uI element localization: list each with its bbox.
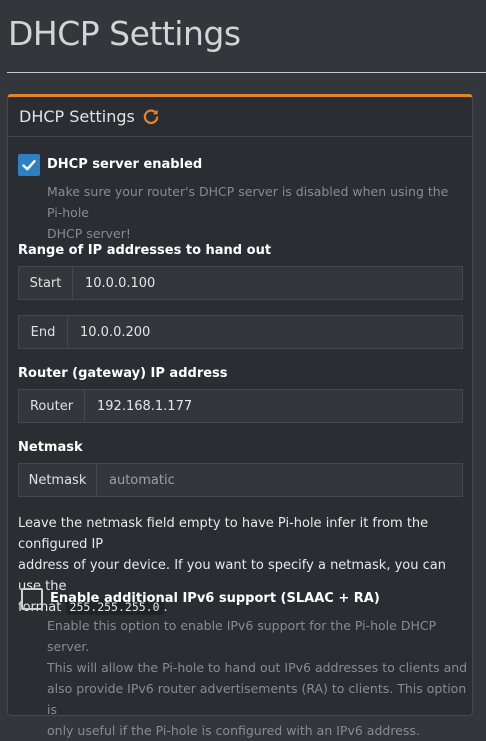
dhcp-enabled-checkbox[interactable] bbox=[18, 154, 40, 176]
range-end-group: End bbox=[18, 315, 463, 349]
netmask-label: Netmask bbox=[18, 440, 83, 455]
dhcp-enabled-label[interactable]: DHCP server enabled bbox=[47, 157, 202, 172]
router-label: Router (gateway) IP address bbox=[18, 366, 228, 381]
range-start-input[interactable] bbox=[73, 267, 462, 299]
netmask-group: Netmask bbox=[18, 463, 463, 497]
ipv6-support-help: Enable this option to enable IPv6 suppor… bbox=[47, 615, 472, 741]
netmask-addon: Netmask bbox=[19, 464, 97, 496]
card-header: DHCP Settings bbox=[8, 97, 472, 137]
help-text-line: Enable this option to enable IPv6 suppor… bbox=[47, 618, 437, 654]
page-title: DHCP Settings bbox=[8, 14, 241, 53]
dhcp-enabled-help: Make sure your router's DHCP server is d… bbox=[47, 181, 467, 244]
checkmark-icon bbox=[22, 160, 36, 171]
ipv6-support-label[interactable]: Enable additional IPv6 support (SLAAC + … bbox=[50, 591, 380, 606]
router-addon: Router bbox=[19, 390, 85, 422]
help-text-line: also provide IPv6 router advertisements … bbox=[47, 681, 467, 717]
help-text-line: This will allow the Pi-hole to hand out … bbox=[47, 660, 468, 675]
title-divider bbox=[7, 72, 486, 73]
router-group: Router bbox=[18, 389, 463, 423]
help-text-line: only useful if the Pi-hole is configured… bbox=[47, 723, 420, 738]
router-ip-input[interactable] bbox=[85, 390, 462, 422]
ipv6-support-checkbox[interactable] bbox=[21, 588, 43, 610]
card-title: DHCP Settings bbox=[19, 107, 135, 126]
range-start-group: Start bbox=[18, 266, 463, 300]
range-end-input[interactable] bbox=[68, 316, 462, 348]
note-line: Leave the netmask field empty to have Pi… bbox=[18, 516, 429, 552]
refresh-icon[interactable] bbox=[142, 108, 160, 126]
help-text-line: DHCP server! bbox=[47, 226, 131, 241]
dhcp-settings-card: DHCP Settings DHCP server enabled Make s… bbox=[7, 94, 473, 738]
netmask-input[interactable] bbox=[97, 464, 462, 496]
range-label: Range of IP addresses to hand out bbox=[18, 243, 272, 258]
range-end-addon: End bbox=[19, 316, 68, 348]
range-start-addon: Start bbox=[19, 267, 73, 299]
help-text-line: Make sure your router's DHCP server is d… bbox=[47, 184, 449, 220]
